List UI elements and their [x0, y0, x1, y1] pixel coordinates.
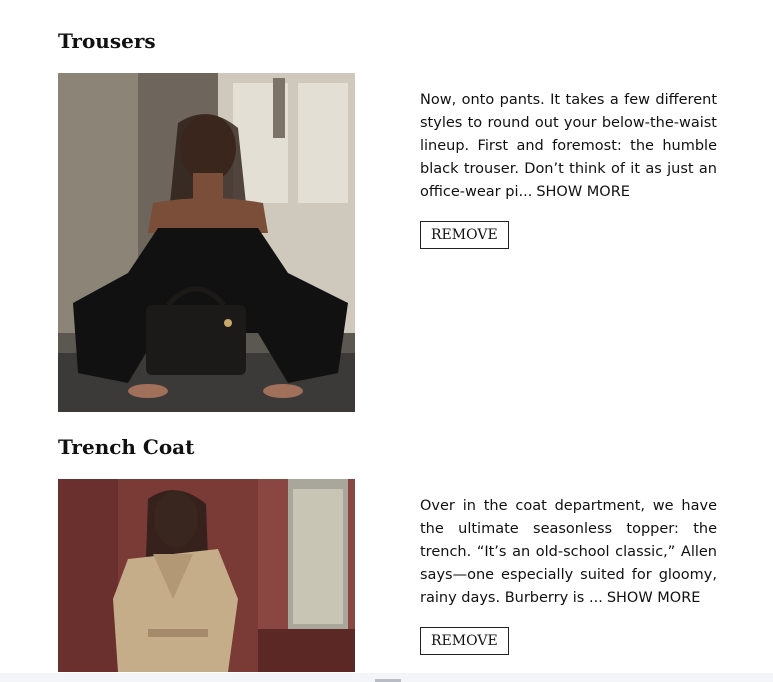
trousers-description: Now, onto pants. It takes a few differen…: [420, 89, 717, 204]
remove-button[interactable]: REMOVE: [420, 221, 509, 249]
section-title-trousers: Trousers: [58, 29, 156, 53]
show-more-link[interactable]: SHOW MORE: [536, 184, 630, 200]
remove-button[interactable]: REMOVE: [420, 627, 509, 655]
trench-coat-image: [58, 479, 355, 672]
trench-coat-description: Over in the coat department, we have the…: [420, 495, 717, 610]
trousers-image: [58, 73, 355, 412]
section-title-trench-coat: Trench Coat: [58, 435, 195, 459]
show-more-link[interactable]: SHOW MORE: [607, 590, 701, 606]
